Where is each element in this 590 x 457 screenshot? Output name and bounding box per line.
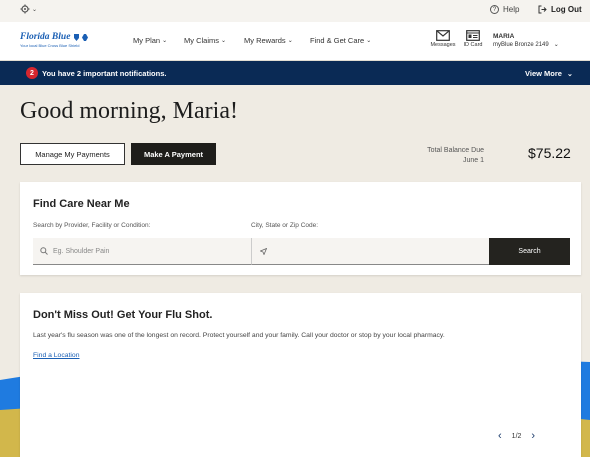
manage-payments-button[interactable]: Manage My Payments [20,143,125,165]
balance-due-date: June 1 [462,157,484,164]
logout-label: Log Out [551,5,582,14]
bcbs-mark-icon [73,33,89,42]
flu-shot-title: Don't Miss Out! Get Your Flu Shot. [33,309,213,321]
prev-arrow-icon[interactable]: ‹ [498,430,502,442]
pager-indicator: 1/2 [511,432,522,440]
balance-due-info: Total Balance Due June 1 [400,146,484,166]
location-label: City, State or Zip Code: [251,222,319,229]
nav-find-get-care[interactable]: Find & Get Care ⌄ [310,36,371,45]
user-plan: myBlue Bronze 2149 [493,42,549,48]
search-icon [40,247,48,255]
provider-search-placeholder: Eg. Shoulder Pain [53,247,110,255]
location-arrow-icon [260,247,267,255]
nav-my-rewards[interactable]: My Rewards ⌄ [244,36,293,45]
logo-title: Florida Blue [20,32,71,42]
provider-search-label: Search by Provider, Facility or Conditio… [33,222,151,229]
search-button[interactable]: Search [489,238,570,265]
location-input[interactable] [251,238,489,265]
logo-tagline: Your local Blue Cross Blue Shield [20,43,80,48]
messages-icon [436,30,450,41]
nav-my-plan[interactable]: My Plan ⌄ [133,36,167,45]
notification-count-badge: 2 [26,67,38,79]
notification-bar: 2 You have 2 important notifications. Vi… [0,61,590,85]
flu-shot-card: Don't Miss Out! Get Your Flu Shot. Last … [20,293,581,457]
carousel-pager: ‹ 1/2 › [498,430,535,442]
messages-label: Messages [430,42,456,48]
make-payment-button[interactable]: Make A Payment [131,143,216,165]
view-more-button[interactable]: View More ⌄ [525,69,573,78]
find-location-link[interactable]: Find a Location [33,352,79,359]
help-icon: ? [490,5,499,14]
chevron-down-icon: ⌄ [287,38,293,44]
chevron-down-icon: ⌄ [566,70,573,78]
find-care-card: Find Care Near Me Search by Provider, Fa… [20,182,581,275]
settings-menu[interactable]: ⌄ [20,4,37,14]
messages-button[interactable]: Messages [428,30,458,48]
id-card-label: ID Card [463,42,483,48]
chevron-down-icon: ⌄ [221,38,227,44]
notification-message[interactable]: You have 2 important notifications. [42,69,166,78]
user-name: MARIA [493,33,515,40]
chevron-down-icon: ⌄ [553,42,559,48]
florida-blue-logo[interactable]: Florida Blue Your local Blue Cross Blue … [20,32,89,48]
balance-amount: $75.22 [528,145,571,161]
chevron-down-icon: ⌄ [162,38,168,44]
chevron-down-icon: ⌄ [366,38,372,44]
provider-search-input[interactable]: Eg. Shoulder Pain [33,238,251,265]
next-arrow-icon[interactable]: › [531,430,535,442]
flu-shot-body: Last year's flu season was one of the lo… [33,332,445,339]
logout-icon [538,5,547,14]
id-card-button[interactable]: ID Card [458,30,488,48]
find-care-title: Find Care Near Me [33,198,130,210]
help-label: Help [503,5,520,14]
nav-my-claims[interactable]: My Claims ⌄ [184,36,226,45]
main-nav: Florida Blue Your local Blue Cross Blue … [0,22,590,61]
utility-bar: ⌄ ? Help Log Out [0,0,590,22]
logout-link[interactable]: Log Out [538,5,582,14]
id-card-icon [466,30,480,41]
user-menu[interactable]: MARIA myBlue Bronze 2149 ⌄ [493,32,559,50]
greeting-heading: Good morning, Maria! [20,98,238,124]
balance-due-label: Total Balance Due [427,147,484,154]
chevron-down-icon: ⌄ [32,6,38,13]
gear-icon [20,4,30,14]
help-link[interactable]: ? Help [490,5,519,14]
